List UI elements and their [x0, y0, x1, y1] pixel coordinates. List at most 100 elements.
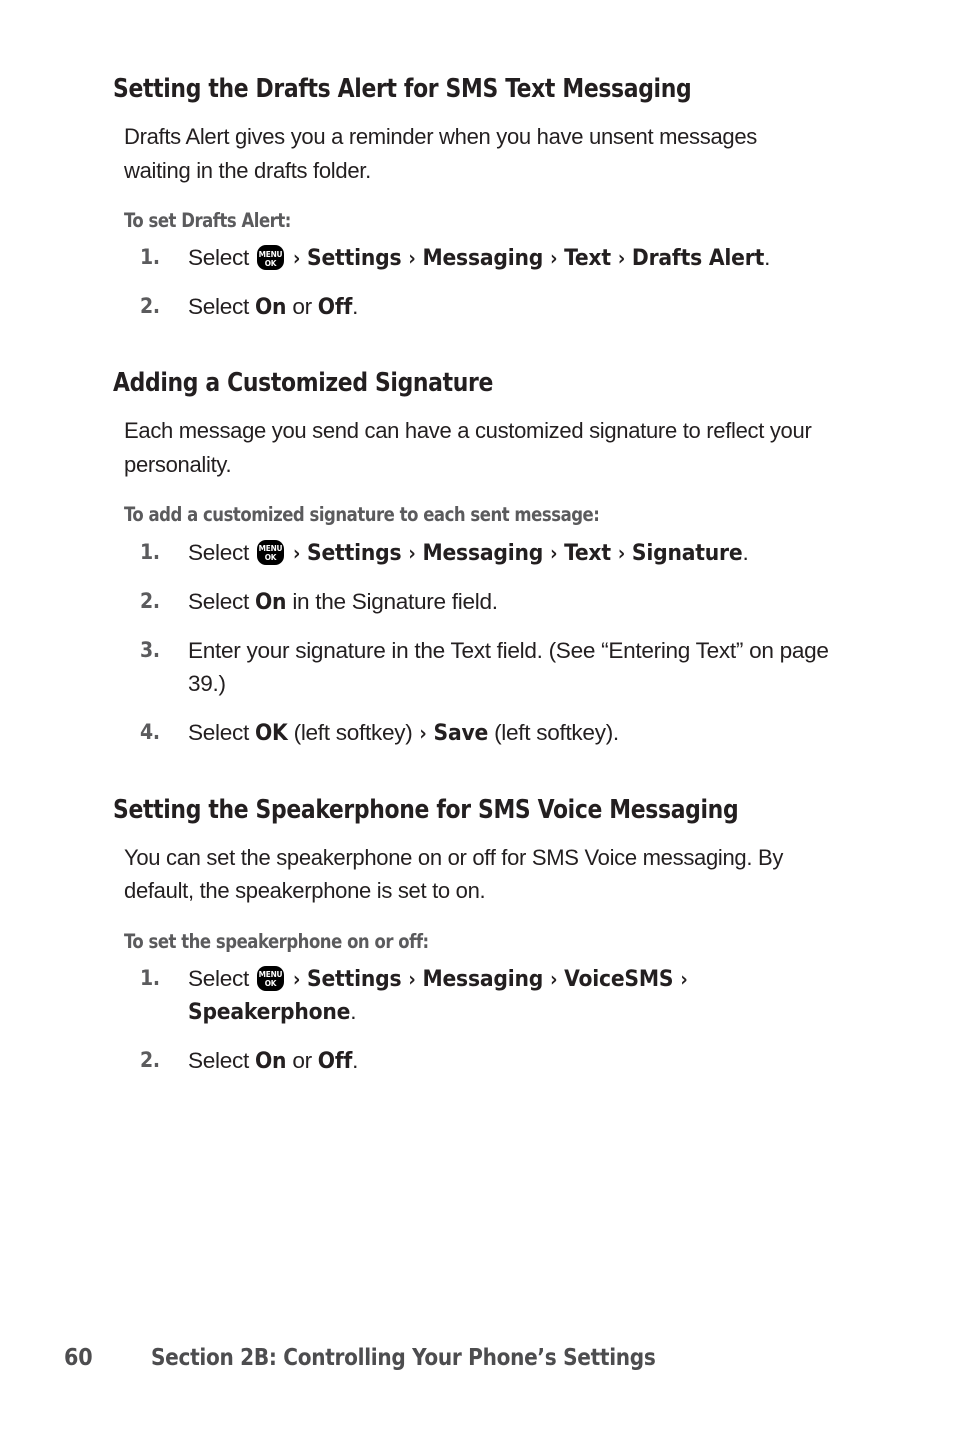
plain-text: Select — [188, 245, 255, 271]
step-number: 2. — [140, 1047, 160, 1072]
step-item: 4. Select OK (left softkey) › Save (left … — [113, 717, 843, 750]
menu-item-label: Settings — [307, 539, 402, 566]
step-list: 1. Select MENU OK › Settings › Messaging ›… — [113, 242, 843, 324]
page-footer: 60 Section 2B: Controlling Your Phone’s … — [0, 1345, 954, 1395]
chevron-right-icon: › — [611, 540, 631, 565]
menu-item-label: Messaging — [422, 965, 544, 992]
step-number: 1. — [140, 539, 160, 564]
step-item: 1. Select MENU OK › Settings › Messaging ›… — [113, 242, 843, 275]
section-heading: Setting the Speakerphone for SMS Voice M… — [113, 794, 739, 825]
menu-item-label: On — [254, 1047, 287, 1074]
chevron-right-icon: › — [419, 720, 433, 745]
step-number: 3. — [140, 637, 160, 662]
chevron-right-icon: › — [544, 540, 564, 565]
plain-text: . — [742, 539, 749, 565]
menu-item-label: Settings — [307, 245, 402, 272]
menu-ok-top-label: MENU — [258, 969, 283, 980]
manual-page: Setting the Drafts Alert for SMS Text Me… — [0, 0, 954, 1431]
step-text: Select On in the Signature field. — [188, 588, 498, 615]
menu-item-label: On — [254, 588, 287, 615]
step-text: Select MENU OK › Settings › Messaging › T… — [188, 245, 771, 272]
menu-item-label: Off — [317, 1047, 353, 1074]
menu-ok-key-icon: MENU OK — [256, 245, 284, 271]
menu-item-label: Settings — [307, 965, 402, 992]
section-subheading: To set the speakerphone on or off: — [124, 929, 429, 953]
plain-text: in the Signature field. — [286, 588, 498, 614]
menu-item-label: Messaging — [422, 539, 544, 566]
section-paragraph: You can set the speakerphone on or off f… — [124, 844, 784, 904]
chevron-right-icon: › — [286, 966, 307, 991]
plain-text: Select — [188, 719, 255, 745]
menu-item-label: VoiceSMS — [564, 965, 674, 992]
menu-item-label: On — [254, 294, 287, 321]
section-customized-signature: Adding a Customized Signature Each messa… — [113, 368, 843, 749]
section-paragraph: Each message you send can have a customi… — [124, 418, 812, 477]
menu-item-label: Signature — [631, 539, 743, 566]
step-item: 2. Select On or Off. — [113, 291, 843, 324]
menu-ok-top-label: MENU — [258, 543, 283, 554]
chevron-right-icon: › — [674, 966, 688, 991]
step-item: 1. Select MENU OK › Settings › Messaging ›… — [113, 963, 843, 1029]
menu-item-label: Speakerphone — [188, 998, 351, 1025]
step-number: 1. — [140, 965, 160, 990]
menu-item-label: Messaging — [422, 245, 544, 272]
menu-ok-key-icon: MENU OK — [256, 965, 284, 991]
plain-text: . — [352, 1047, 359, 1073]
menu-item-label: Text — [564, 539, 611, 566]
step-text: Select OK (left softkey) › Save (left so… — [188, 719, 619, 746]
step-text: Select MENU OK › Settings › Messaging › V… — [188, 965, 688, 1025]
plain-text: Select — [188, 965, 255, 991]
plain-text: . — [350, 998, 357, 1024]
menu-ok-key-icon: MENU OK — [256, 539, 284, 565]
step-item: 3. Enter your signature in the Text field… — [113, 635, 843, 701]
menu-ok-top-label: MENU — [258, 248, 283, 259]
footer-section-title: Section 2B: Controlling Your Phone’s Set… — [151, 1345, 656, 1371]
chevron-right-icon: › — [402, 966, 422, 991]
plain-text: or — [286, 1047, 318, 1073]
step-number: 2. — [140, 294, 160, 319]
section-speakerphone: Setting the Speakerphone for SMS Voice M… — [113, 795, 843, 1078]
menu-ok-bottom-label: OK — [264, 257, 277, 268]
step-text: Select On or Off. — [188, 294, 359, 321]
step-number: 4. — [140, 719, 160, 744]
step-text: Select On or Off. — [188, 1047, 359, 1074]
section-subheading: To add a customized signature to each se… — [124, 503, 600, 527]
plain-text: Select — [188, 1047, 255, 1073]
plain-text: Select — [188, 588, 255, 614]
step-item: 1. Select MENU OK › Settings › Messaging ›… — [113, 537, 843, 570]
menu-item-label: Drafts Alert — [631, 245, 765, 272]
chevron-right-icon: › — [544, 966, 564, 991]
chevron-right-icon: › — [544, 246, 564, 271]
step-number: 1. — [140, 245, 160, 270]
menu-ok-bottom-label: OK — [264, 978, 277, 989]
plain-text: (left softkey). — [488, 719, 619, 745]
plain-text: Select — [188, 294, 255, 320]
step-list: 1. Select MENU OK › Settings › Messaging ›… — [113, 537, 843, 750]
plain-text: Enter your signature in the Text field. … — [188, 637, 829, 696]
page-number: 60 — [64, 1345, 93, 1371]
chevron-right-icon: › — [611, 246, 631, 271]
section-heading: Adding a Customized Signature — [113, 368, 494, 399]
menu-item-label: Off — [317, 294, 353, 321]
plain-text: (left softkey) — [287, 719, 419, 745]
section-subheading: To set Drafts Alert: — [124, 208, 291, 232]
chevron-right-icon: › — [402, 540, 422, 565]
section-heading: Setting the Drafts Alert for SMS Text Me… — [113, 74, 692, 104]
chevron-right-icon: › — [286, 540, 307, 565]
menu-item-label: Save — [433, 719, 489, 746]
menu-ok-bottom-label: OK — [264, 552, 277, 563]
step-item: 2. Select On in the Signature field. — [113, 586, 843, 619]
section-drafts-alert: Setting the Drafts Alert for SMS Text Me… — [113, 74, 843, 324]
chevron-right-icon: › — [286, 246, 307, 271]
menu-item-label: Text — [564, 245, 611, 272]
step-number: 2. — [140, 588, 160, 613]
plain-text: Select — [188, 539, 255, 565]
plain-text: or — [286, 294, 318, 320]
page-content: Setting the Drafts Alert for SMS Text Me… — [113, 74, 843, 1078]
plain-text: . — [764, 245, 771, 271]
plain-text: . — [352, 294, 359, 320]
step-text: Select MENU OK › Settings › Messaging › T… — [188, 539, 749, 566]
section-paragraph: Drafts Alert gives you a reminder when y… — [124, 124, 757, 183]
step-item: 2. Select On or Off. — [113, 1045, 843, 1078]
step-text: Enter your signature in the Text field. … — [188, 638, 829, 696]
